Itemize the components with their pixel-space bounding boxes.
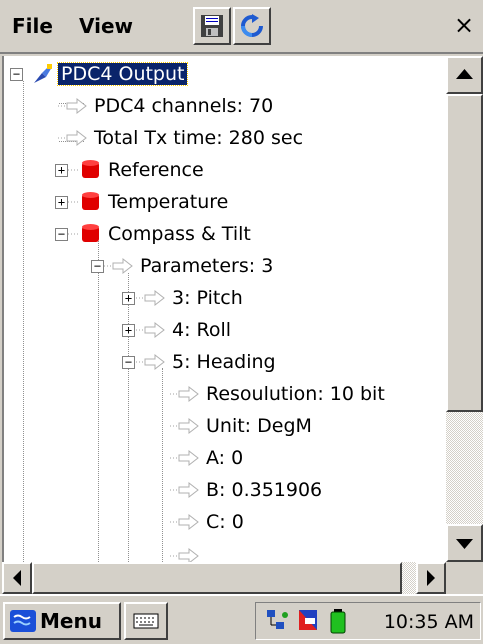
expand-toggle[interactable]: +: [122, 292, 135, 305]
expand-toggle[interactable]: +: [55, 164, 68, 177]
arrow-icon: [170, 417, 199, 435]
menu-bar: File View ×: [0, 0, 483, 54]
tree-item-label: PDC4 channels: 70: [94, 95, 274, 117]
scroll-thumb[interactable]: [32, 562, 402, 594]
tree-item-label: Unit: DegM: [206, 415, 312, 437]
scroll-down-button[interactable]: [446, 524, 483, 562]
tree-view[interactable]: − PDC4 Output PDC4 channels: 70 Total Tx…: [2, 56, 446, 562]
tree-item-c[interactable]: C: 0: [170, 506, 244, 538]
tree-item-label: B: 0.351906: [206, 479, 323, 501]
battery-icon[interactable]: [326, 606, 350, 636]
scroll-right-button[interactable]: [416, 562, 446, 594]
arrow-icon: [170, 449, 199, 467]
collapse-toggle[interactable]: −: [91, 260, 104, 273]
tree-line: [23, 81, 24, 562]
tree-item-label: PDC4 Output: [56, 62, 189, 86]
scroll-left-button[interactable]: [2, 562, 32, 594]
tree-item-tx-time[interactable]: Total Tx time: 280 sec: [58, 122, 303, 154]
database-icon: [68, 160, 99, 178]
scroll-up-button[interactable]: [446, 56, 483, 94]
start-menu-label: Menu: [40, 609, 102, 633]
arrow-up-icon: [456, 69, 473, 79]
tree-item-label: Resoulution: 10 bit: [206, 383, 385, 405]
tree-item-b[interactable]: B: 0.351906: [170, 474, 322, 506]
expand-toggle[interactable]: +: [122, 324, 135, 337]
scroll-thumb[interactable]: [446, 94, 483, 412]
start-menu-button[interactable]: Menu: [3, 602, 121, 640]
system-tray: 10:35 AM: [255, 602, 481, 640]
arrow-icon: [58, 129, 87, 147]
network-icon[interactable]: [262, 606, 292, 636]
arrow-icon: [58, 97, 87, 115]
tree-item-heading[interactable]: 5: Heading: [136, 346, 276, 378]
arrow-icon: [136, 353, 165, 371]
refresh-button[interactable]: [233, 7, 271, 45]
collapse-toggle[interactable]: −: [10, 68, 23, 81]
tree-item-label: A: 0: [206, 447, 244, 469]
tree-item-roll[interactable]: 4: Roll: [136, 314, 231, 346]
tree-line: [128, 273, 129, 562]
arrow-icon: [170, 513, 199, 531]
probe-icon: [34, 64, 52, 83]
clock[interactable]: 10:35 AM: [384, 611, 474, 633]
horizontal-scrollbar[interactable]: [2, 562, 446, 594]
tree-item-label: C: 0: [206, 511, 244, 533]
tree-line: [98, 241, 99, 562]
tree-item-parameters[interactable]: Parameters: 3: [104, 250, 273, 282]
close-button[interactable]: ×: [447, 8, 481, 44]
refresh-icon: [241, 14, 263, 37]
file-menu[interactable]: File: [12, 14, 53, 38]
tree-item-label: Parameters: 3: [140, 255, 274, 277]
tree-item-partial: [170, 540, 200, 562]
arrow-icon: [104, 257, 133, 275]
taskbar: Menu 10:35 AM: [0, 594, 483, 644]
keyboard-button[interactable]: [124, 602, 168, 640]
save-button[interactable]: [193, 7, 231, 45]
tree-item-label: Reference: [108, 159, 204, 181]
tree-item-channels[interactable]: PDC4 channels: 70: [58, 90, 273, 122]
tree-item-reference[interactable]: Reference: [68, 154, 204, 186]
vertical-scrollbar[interactable]: [446, 56, 483, 562]
tree-item-label: 4: Roll: [172, 319, 232, 341]
tree-item-label: 5: Heading: [172, 351, 276, 373]
tree-line: [162, 368, 163, 562]
expand-toggle[interactable]: +: [55, 196, 68, 209]
collapse-toggle[interactable]: −: [55, 228, 68, 241]
windows-logo-icon: [10, 610, 36, 632]
arrow-left-icon: [13, 570, 21, 586]
tree-item-label: Temperature: [108, 191, 229, 213]
tree-item-label: Compass & Tilt: [108, 223, 251, 245]
tree-item-compass[interactable]: Compass & Tilt: [68, 218, 251, 250]
tree-item-a[interactable]: A: 0: [170, 442, 243, 474]
tree-item-temperature[interactable]: Temperature: [68, 186, 228, 218]
tree-item-unit[interactable]: Unit: DegM: [170, 410, 312, 442]
sync-icon[interactable]: [295, 606, 323, 636]
tree-item-label: Total Tx time: 280 sec: [94, 127, 304, 149]
arrow-right-icon: [427, 570, 435, 586]
scrollbar-corner: [446, 562, 483, 594]
tree-item-resolution[interactable]: Resoulution: 10 bit: [170, 378, 385, 410]
arrow-icon: [170, 481, 199, 499]
arrow-down-icon: [456, 539, 473, 549]
view-menu[interactable]: View: [79, 14, 133, 38]
keyboard-icon: [133, 613, 159, 629]
database-icon: [68, 224, 99, 242]
tree-item-pitch[interactable]: 3: Pitch: [136, 282, 243, 314]
arrow-icon: [170, 385, 199, 403]
collapse-toggle[interactable]: −: [122, 356, 135, 369]
arrow-icon: [170, 547, 199, 562]
arrow-icon: [136, 289, 165, 307]
floppy-disk-icon: [201, 15, 223, 37]
database-icon: [68, 192, 99, 210]
tree-item-label: 3: Pitch: [172, 287, 243, 309]
tree-item-root[interactable]: PDC4 Output: [32, 58, 189, 90]
arrow-icon: [136, 321, 165, 339]
